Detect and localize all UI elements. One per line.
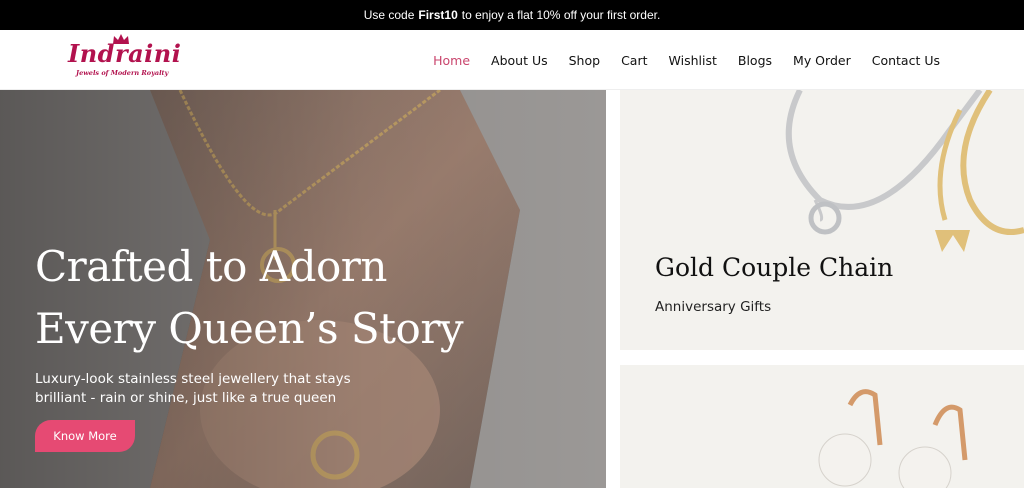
nav-my-order[interactable]: My Order [793,53,851,68]
pearl-earrings-image [818,389,968,488]
hero-banner: Crafted to Adorn Every Queen’s Story Lux… [0,90,606,488]
announcement-bar: Use code First10 to enjoy a flat 10% off… [0,0,1024,30]
nav-contact-us[interactable]: Contact Us [872,53,940,68]
brand-name: Indraini [68,39,182,68]
card-subtitle: Anniversary Gifts [655,299,772,315]
nav-shop[interactable]: Shop [569,53,600,68]
hero-subtitle: Luxury-look stainless steel jewellery th… [35,371,351,406]
know-more-button[interactable]: Know More [35,420,135,452]
card-title: Gold Couple Chain [655,253,894,282]
brand-tagline: Jewels of Modern Royalty [76,69,169,77]
hero-title-line2: Every Queen’s Story [35,304,464,353]
nav-home[interactable]: Home [433,53,470,68]
announcement-suffix: to enjoy a flat 10% off your first order… [461,8,661,22]
hero-title-line1: Crafted to Adorn [35,242,387,291]
nav-cart[interactable]: Cart [621,53,647,68]
product-card-gold-couple-chain[interactable]: Gold Couple Chain Anniversary Gifts [620,90,1024,350]
hero-title: Crafted to Adorn Every Queen’s Story [35,236,575,360]
announcement-prefix: Use code [363,8,415,22]
nav-about-us[interactable]: About Us [491,53,548,68]
nav-wishlist[interactable]: Wishlist [669,53,717,68]
main-nav: Home About Us Shop Cart Wishlist Blogs M… [433,30,940,90]
nav-blogs[interactable]: Blogs [738,53,772,68]
product-card-pearl-earrings[interactable] [620,365,1024,488]
promo-code: First10 [418,8,458,22]
site-header: Indraini Jewels of Modern Royalty Home A… [0,30,1024,90]
brand-logo[interactable]: Indraini Jewels of Modern Royalty [68,34,182,83]
